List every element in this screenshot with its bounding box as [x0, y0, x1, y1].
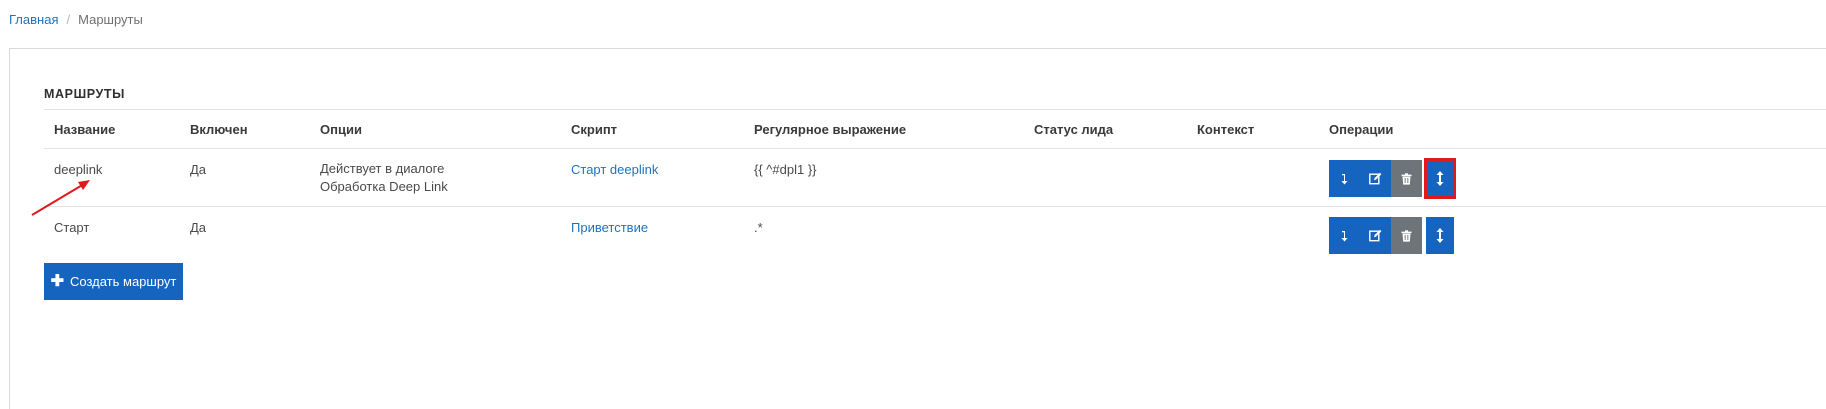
sort-icon — [1436, 228, 1444, 243]
column-header-options: Опции — [320, 122, 362, 137]
route-script-link[interactable]: Приветствие — [571, 220, 648, 235]
row-operations — [1329, 158, 1456, 199]
plus-icon: ✚ — [50, 272, 64, 290]
route-option: Обработка Deep Link — [320, 179, 448, 194]
annotation-arrow-icon — [31, 180, 90, 216]
breadcrumb: Главная / Маршруты — [9, 12, 143, 27]
table-top-divider — [44, 109, 1826, 110]
edit-button[interactable] — [1360, 217, 1391, 254]
sort-handle[interactable] — [1424, 158, 1456, 199]
breadcrumb-home-link[interactable]: Главная — [9, 12, 58, 27]
move-button[interactable] — [1329, 217, 1360, 254]
move-to-icon — [1341, 173, 1347, 184]
delete-button[interactable] — [1391, 217, 1422, 254]
column-header-name: Название — [54, 122, 116, 137]
breadcrumb-current: Маршруты — [78, 12, 143, 27]
row-operations — [1329, 217, 1454, 254]
edit-icon — [1369, 229, 1382, 242]
column-header-regex: Регулярное выражение — [754, 122, 907, 137]
sort-icon — [1436, 171, 1444, 186]
move-button[interactable] — [1329, 160, 1360, 197]
column-header-enabled: Включен — [190, 122, 248, 137]
route-enabled: Да — [190, 220, 207, 235]
route-options: Действует в диалоге Обработка Deep Link — [320, 160, 448, 196]
edit-icon — [1369, 172, 1382, 185]
column-header-script: Скрипт — [571, 122, 618, 137]
header-divider — [44, 148, 1826, 149]
routes-panel: МАРШРУТЫ Название Включен Опции Скрипт Р… — [9, 48, 1826, 409]
breadcrumb-separator: / — [66, 12, 71, 27]
column-header-operations: Операции — [1329, 122, 1394, 137]
route-name: Старт — [54, 220, 90, 235]
column-header-context: Контекст — [1197, 122, 1255, 137]
move-to-icon — [1341, 230, 1347, 241]
create-route-label: Создать маршрут — [70, 274, 177, 289]
route-regex: .* — [754, 220, 763, 235]
panel-title: МАРШРУТЫ — [44, 87, 125, 101]
delete-button[interactable] — [1391, 160, 1422, 197]
route-script-link[interactable]: Старт deeplink — [571, 162, 658, 177]
create-route-button[interactable]: ✚ Создать маршрут — [44, 263, 183, 300]
sort-handle[interactable] — [1426, 217, 1454, 254]
route-option: Действует в диалоге — [320, 161, 445, 176]
column-header-lead-status: Статус лида — [1034, 122, 1114, 137]
route-regex: {{ ^#dpl1 }} — [754, 162, 817, 177]
edit-button[interactable] — [1360, 160, 1391, 197]
trash-icon — [1401, 172, 1412, 185]
trash-icon — [1401, 229, 1412, 242]
route-enabled: Да — [190, 162, 207, 177]
row-divider — [44, 206, 1826, 207]
